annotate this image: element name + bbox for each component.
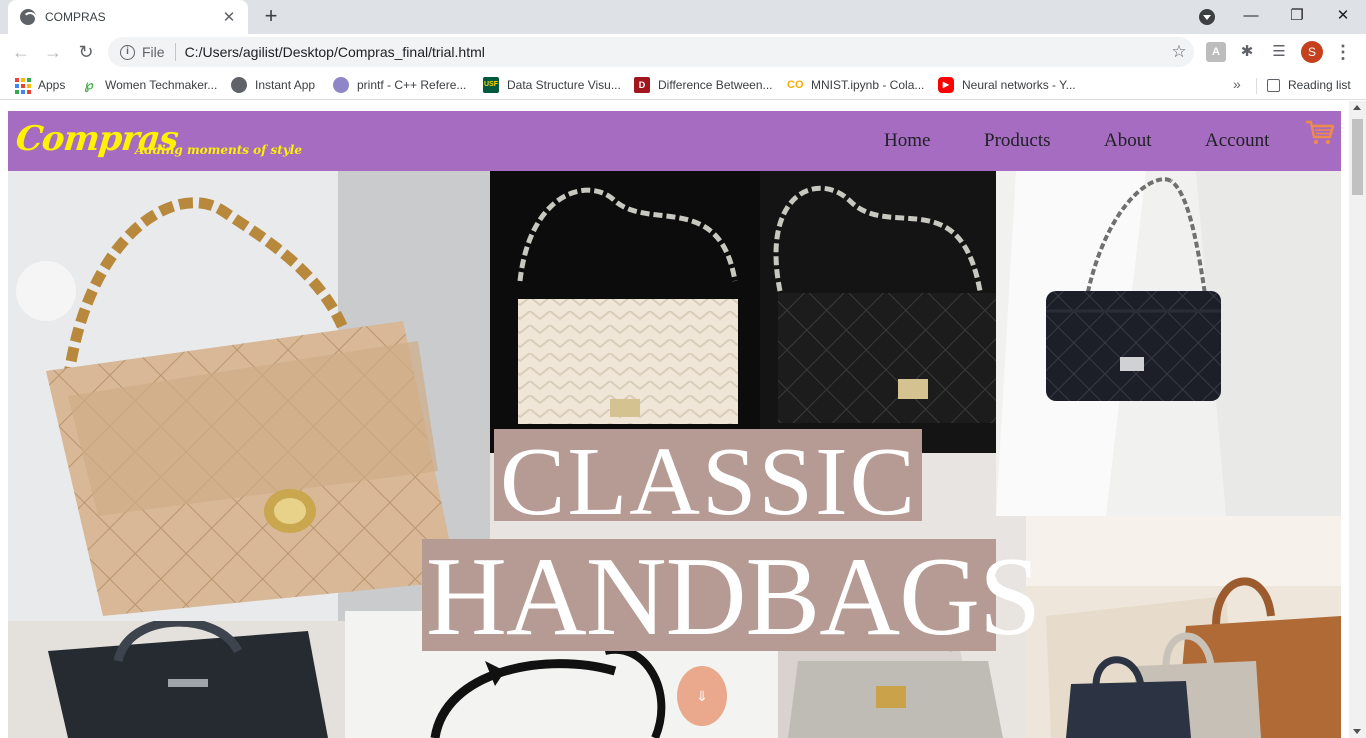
tab-title: COMPRAS [45, 10, 106, 24]
bookmark-label: Difference Between... [658, 78, 773, 92]
bookmark-label: Apps [38, 78, 66, 92]
reading-list-label: Reading list [1288, 78, 1351, 92]
profile-avatar[interactable]: S [1301, 41, 1323, 63]
bookmark-women-techmakers[interactable]: ℘ Women Techmaker... [81, 76, 217, 94]
extensions-puzzle-icon[interactable]: ✱ [1237, 42, 1257, 62]
page-viewport: Compras Adding moments of style Home Pro… [0, 101, 1366, 738]
youtube-icon: ▶ [938, 77, 954, 93]
omnibox-file-label: File [142, 44, 165, 60]
black-tote-image [8, 621, 345, 738]
media-control-icon[interactable]: ☰ [1269, 42, 1289, 62]
nav-home[interactable]: Home [884, 130, 930, 152]
pdf-extension-icon[interactable]: A [1206, 42, 1226, 62]
forward-arrow-icon[interactable]: → [40, 39, 66, 65]
scroll-down-button[interactable]: ⇓ [677, 666, 727, 726]
close-tab-icon[interactable]: ✕ [220, 8, 238, 26]
shopping-cart-icon[interactable] [1304, 117, 1336, 149]
bookmark-label: printf - C++ Refere... [357, 78, 467, 92]
bookmark-data-structure[interactable]: USF Data Structure Visu... [483, 76, 621, 94]
hero-title-line-1: CLASSIC [500, 428, 918, 536]
black-handbag-outfit-image [996, 171, 1341, 516]
td-icon: D [634, 77, 650, 93]
nav-products[interactable]: Products [984, 130, 1051, 152]
site-header: Compras Adding moments of style Home Pro… [8, 111, 1341, 171]
site-tagline: Adding moments of style [135, 143, 302, 157]
bookmark-label: Data Structure Visu... [507, 78, 621, 92]
bookmark-label: Instant App [255, 78, 316, 92]
beige-handbag-image [8, 171, 490, 621]
scroll-down-arrow-icon[interactable] [1353, 729, 1361, 734]
bookmark-mnist[interactable]: CO MNIST.ipynb - Cola... [787, 76, 924, 94]
hero-title-line-2: HANDBAGS [426, 535, 1041, 659]
hero-banner: CLASSIC HANDBAGS ⇓ [8, 171, 1341, 738]
url-text[interactable]: C:/Users/agilist/Desktop/Compras_final/t… [185, 44, 1164, 60]
new-tab-button[interactable]: + [258, 4, 284, 30]
bookmark-apps[interactable]: Apps [14, 76, 65, 94]
reading-list-icon [1267, 78, 1280, 92]
bookmark-neural-networks[interactable]: ▶ Neural networks - Y... [938, 76, 1076, 94]
reading-list-button[interactable]: Reading list [1267, 76, 1351, 94]
scrollbar-thumb[interactable] [1352, 119, 1363, 195]
tab-search-icon[interactable] [1199, 9, 1215, 25]
back-arrow-icon[interactable]: ← [8, 39, 34, 65]
bookmarks-bar: Apps ℘ Women Techmaker... Instant App pr… [0, 70, 1366, 100]
minimize-button[interactable]: — [1228, 4, 1274, 30]
restore-button[interactable]: ❐ [1274, 4, 1320, 30]
white-and-black-handbags-image [490, 171, 996, 453]
scroll-up-arrow-icon[interactable] [1353, 105, 1361, 110]
nav-about[interactable]: About [1104, 130, 1152, 152]
reload-icon[interactable]: ↻ [73, 39, 99, 65]
globe-favicon-icon [20, 9, 37, 26]
bookmark-label: MNIST.ipynb - Cola... [811, 78, 925, 92]
close-window-button[interactable]: ✕ [1320, 4, 1366, 30]
browser-toolbar: ← → ↻ i File C:/Users/agilist/Desktop/Co… [0, 34, 1366, 70]
usf-icon: USF [483, 77, 499, 93]
techmakers-icon: ℘ [84, 77, 94, 92]
bookmark-difference-between[interactable]: D Difference Between... [634, 76, 773, 94]
omnibox-divider [174, 43, 176, 61]
bookmark-label: Neural networks - Y... [962, 78, 1076, 92]
cplusplus-icon [333, 77, 349, 93]
bookmark-label: Women Techmaker... [105, 78, 218, 92]
bookmarks-divider [1256, 78, 1257, 94]
nav-account[interactable]: Account [1205, 130, 1269, 152]
address-bar[interactable]: i File C:/Users/agilist/Desktop/Compras_… [108, 37, 1194, 67]
bookmarks-overflow-icon[interactable]: » [1233, 76, 1241, 92]
browser-tab[interactable]: COMPRAS ✕ [8, 0, 248, 34]
browser-menu-icon[interactable]: ⋮ [1334, 40, 1352, 64]
site-info-icon[interactable]: i [120, 44, 135, 60]
globe-icon [231, 77, 247, 93]
apps-grid-icon [14, 77, 31, 94]
bookmark-instant-app[interactable]: Instant App [231, 76, 315, 94]
bookmark-star-icon[interactable]: ☆ [1164, 42, 1194, 62]
browser-tab-strip: COMPRAS ✕ + — ❐ ✕ [0, 0, 1366, 34]
birkin-bags-image [1026, 516, 1341, 738]
colab-icon: CO [787, 79, 804, 91]
bookmark-printf[interactable]: printf - C++ Refere... [333, 76, 466, 94]
page-scrollbar[interactable] [1349, 101, 1366, 738]
